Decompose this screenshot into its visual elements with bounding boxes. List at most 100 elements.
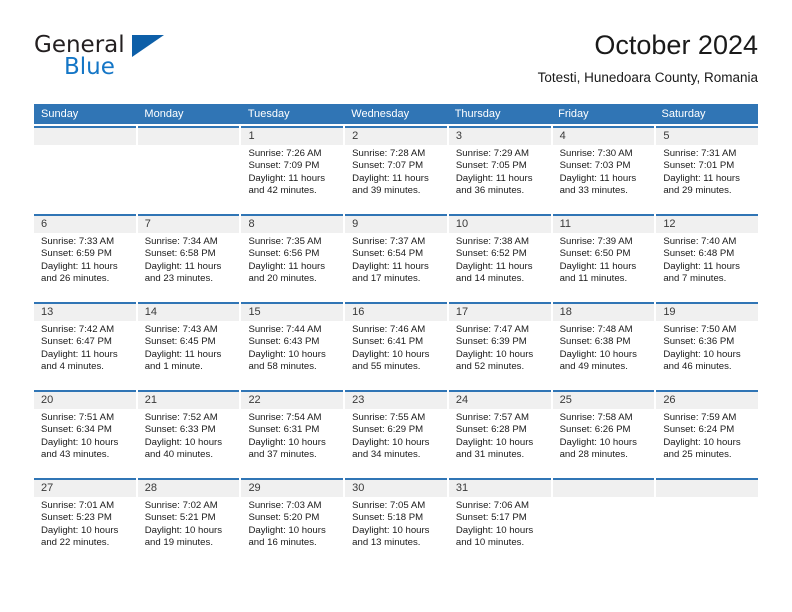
- day-daylight2-text: and 26 minutes.: [41, 272, 110, 284]
- calendar-day-cell[interactable]: 15 Sunrise: 7:44 AM Sunset: 6:43 PM Dayligh…: [241, 302, 344, 388]
- day-number: 9: [345, 216, 447, 233]
- day-sunset-text: Sunset: 6:26 PM: [559, 424, 631, 436]
- day-sunrise-text: Sunrise: 7:31 AM: [663, 148, 737, 159]
- day-details: Sunrise: 7:54 AM Sunset: 6:31 PM Daylight:…: [241, 409, 343, 461]
- day-number: 2: [345, 128, 447, 145]
- calendar-day-cell[interactable]: 29 Sunrise: 7:03 AM Sunset: 5:20 PM Dayligh…: [241, 478, 344, 564]
- calendar-day-cell[interactable]: 7 Sunrise: 7:34 AM Sunset: 6:58 PM Daylight…: [137, 214, 240, 300]
- day-details: Sunrise: 7:30 AM Sunset: 7:03 PM Daylight:…: [553, 145, 655, 197]
- calendar-day-cell[interactable]: 3 Sunrise: 7:29 AM Sunset: 7:05 PM Daylight…: [448, 126, 551, 212]
- calendar-page: General Blue October 2024 Totesti, Huned…: [0, 0, 792, 612]
- day-sunrise-text: Sunrise: 7:38 AM: [455, 236, 529, 247]
- calendar-day-cell[interactable]: 24 Sunrise: 7:57 AM Sunset: 6:28 PM Dayligh…: [448, 390, 551, 476]
- calendar-day-cell[interactable]: 9 Sunrise: 7:37 AM Sunset: 6:54 PM Daylight…: [345, 214, 447, 300]
- calendar-week-row: 1 Sunrise: 7:26 AM Sunset: 7:09 PM Daylight…: [34, 126, 759, 212]
- calendar-day-cell[interactable]: 21 Sunrise: 7:52 AM Sunset: 6:33 PM Dayligh…: [137, 390, 240, 476]
- day-sunrise-text: Sunrise: 7:44 AM: [248, 324, 322, 335]
- day-details: Sunrise: 7:40 AM Sunset: 6:48 PM Daylight:…: [656, 233, 758, 285]
- calendar-day-cell[interactable]: 31 Sunrise: 7:06 AM Sunset: 5:17 PM Dayligh…: [448, 478, 551, 564]
- calendar-day-cell[interactable]: 4 Sunrise: 7:30 AM Sunset: 7:03 PM Daylight…: [552, 126, 655, 212]
- calendar-day-cell[interactable]: 22 Sunrise: 7:54 AM Sunset: 6:31 PM Dayligh…: [241, 390, 344, 476]
- day-daylight2-text: and 33 minutes.: [559, 184, 628, 196]
- calendar-day-cell[interactable]: 23 Sunrise: 7:55 AM Sunset: 6:29 PM Dayligh…: [345, 390, 447, 476]
- day-daylight2-text: and 46 minutes.: [663, 360, 732, 372]
- day-daylight2-text: and 20 minutes.: [248, 272, 317, 284]
- day-sunrise-text: Sunrise: 7:40 AM: [663, 236, 737, 247]
- calendar-day-cell[interactable]: 20 Sunrise: 7:51 AM Sunset: 6:34 PM Dayligh…: [34, 390, 136, 476]
- day-sunset-text: Sunset: 7:05 PM: [455, 160, 527, 172]
- day-sunrise-text: Sunrise: 7:33 AM: [41, 236, 115, 247]
- day-details: Sunrise: 7:51 AM Sunset: 6:34 PM Daylight:…: [34, 409, 136, 461]
- day-daylight2-text: and 17 minutes.: [352, 272, 421, 284]
- calendar-day-cell[interactable]: 17 Sunrise: 7:47 AM Sunset: 6:39 PM Dayligh…: [448, 302, 551, 388]
- day-daylight2-text: and 55 minutes.: [352, 360, 421, 372]
- day-daylight2-text: and 52 minutes.: [455, 360, 525, 372]
- day-sunset-text: Sunset: 5:20 PM: [248, 512, 320, 524]
- day-details: Sunrise: 7:55 AM Sunset: 6:29 PM Daylight:…: [345, 409, 447, 461]
- day-daylight1-text: Daylight: 11 hours: [248, 172, 326, 184]
- calendar-day-cell[interactable]: 28 Sunrise: 7:02 AM Sunset: 5:21 PM Dayligh…: [137, 478, 240, 564]
- weekday-header-sunday: Sunday: [41, 108, 79, 120]
- day-sunrise-text: Sunrise: 7:47 AM: [455, 324, 529, 335]
- day-sunset-text: Sunset: 7:07 PM: [352, 160, 424, 172]
- calendar-day-cell[interactable]: 18 Sunrise: 7:48 AM Sunset: 6:38 PM Dayligh…: [552, 302, 655, 388]
- day-sunrise-text: Sunrise: 7:37 AM: [352, 236, 426, 247]
- day-details: Sunrise: 7:34 AM Sunset: 6:58 PM Daylight:…: [138, 233, 240, 285]
- day-sunrise-text: Sunrise: 7:50 AM: [663, 324, 737, 335]
- calendar-weeks: 1 Sunrise: 7:26 AM Sunset: 7:09 PM Daylight…: [34, 126, 759, 564]
- day-sunrise-text: Sunrise: 7:02 AM: [144, 500, 218, 511]
- calendar-day-cell[interactable]: 13 Sunrise: 7:42 AM Sunset: 6:47 PM Dayligh…: [34, 302, 136, 388]
- calendar-day-cell[interactable]: 16 Sunrise: 7:46 AM Sunset: 6:41 PM Dayligh…: [345, 302, 447, 388]
- day-daylight1-text: Daylight: 11 hours: [559, 260, 637, 272]
- calendar-day-cell[interactable]: 11 Sunrise: 7:39 AM Sunset: 6:50 PM Dayligh…: [552, 214, 655, 300]
- day-sunset-text: Sunset: 5:21 PM: [144, 512, 216, 524]
- day-daylight1-text: Daylight: 10 hours: [663, 348, 741, 360]
- day-daylight1-text: Daylight: 10 hours: [455, 436, 534, 448]
- day-sunset-text: Sunset: 6:58 PM: [144, 248, 216, 260]
- day-number: 21: [137, 392, 240, 409]
- calendar-day-cell[interactable]: 10 Sunrise: 7:38 AM Sunset: 6:52 PM Dayligh…: [448, 214, 551, 300]
- day-number: 5: [656, 128, 759, 145]
- day-daylight2-text: and 14 minutes.: [455, 272, 525, 284]
- calendar-day-cell[interactable]: 5 Sunrise: 7:31 AM Sunset: 7:01 PM Daylight…: [656, 126, 759, 212]
- day-daylight2-text: and 22 minutes.: [41, 536, 110, 548]
- day-sunrise-text: Sunrise: 7:42 AM: [41, 324, 115, 335]
- day-number: 31: [448, 480, 551, 497]
- day-daylight2-text: and 49 minutes.: [559, 360, 628, 372]
- day-daylight2-text: and 31 minutes.: [455, 448, 525, 460]
- day-details: Sunrise: 7:39 AM Sunset: 6:50 PM Daylight:…: [553, 233, 655, 285]
- general-blue-logo[interactable]: General Blue: [34, 32, 254, 88]
- day-daylight1-text: Daylight: 10 hours: [559, 436, 637, 448]
- calendar-day-cell[interactable]: 27 Sunrise: 7:01 AM Sunset: 5:23 PM Dayligh…: [34, 478, 136, 564]
- day-sunrise-text: Sunrise: 7:58 AM: [559, 412, 633, 423]
- day-daylight2-text: and 39 minutes.: [352, 184, 421, 196]
- day-details: Sunrise: 7:59 AM Sunset: 6:24 PM Daylight:…: [656, 409, 758, 461]
- day-daylight2-text: and 40 minutes.: [144, 448, 213, 460]
- day-sunset-text: Sunset: 7:01 PM: [663, 160, 735, 172]
- day-details: Sunrise: 7:58 AM Sunset: 6:26 PM Daylight:…: [553, 409, 655, 461]
- calendar-day-cell-empty: [656, 478, 759, 564]
- calendar-day-cell[interactable]: 26 Sunrise: 7:59 AM Sunset: 6:24 PM Dayligh…: [656, 390, 759, 476]
- day-details: Sunrise: 7:03 AM Sunset: 5:20 PM Daylight:…: [241, 497, 343, 549]
- calendar-day-cell[interactable]: 6 Sunrise: 7:33 AM Sunset: 6:59 PM Daylight…: [34, 214, 136, 300]
- calendar-day-cell-empty: [34, 126, 136, 212]
- calendar-day-cell[interactable]: 30 Sunrise: 7:05 AM Sunset: 5:18 PM Dayligh…: [345, 478, 447, 564]
- calendar-day-cell[interactable]: 25 Sunrise: 7:58 AM Sunset: 6:26 PM Dayligh…: [552, 390, 655, 476]
- day-daylight1-text: Daylight: 10 hours: [352, 524, 430, 536]
- day-sunset-text: Sunset: 6:50 PM: [559, 248, 631, 260]
- calendar-day-cell[interactable]: 14 Sunrise: 7:43 AM Sunset: 6:45 PM Dayligh…: [137, 302, 240, 388]
- logo-text-blue: Blue: [64, 54, 115, 80]
- calendar-day-cell[interactable]: 19 Sunrise: 7:50 AM Sunset: 6:36 PM Dayligh…: [656, 302, 759, 388]
- calendar-day-cell[interactable]: 8 Sunrise: 7:35 AM Sunset: 6:56 PM Daylight…: [241, 214, 344, 300]
- day-sunrise-text: Sunrise: 7:06 AM: [455, 500, 529, 511]
- calendar-day-cell[interactable]: 12 Sunrise: 7:40 AM Sunset: 6:48 PM Dayligh…: [656, 214, 759, 300]
- day-sunrise-text: Sunrise: 7:55 AM: [352, 412, 426, 423]
- weekday-header-monday: Monday: [144, 108, 184, 120]
- day-sunrise-text: Sunrise: 7:05 AM: [352, 500, 426, 511]
- calendar-day-cell[interactable]: 2 Sunrise: 7:28 AM Sunset: 7:07 PM Daylight…: [345, 126, 447, 212]
- day-daylight2-text: and 1 minute.: [144, 360, 203, 372]
- day-sunset-text: Sunset: 6:52 PM: [455, 248, 527, 260]
- day-number: 22: [241, 392, 344, 409]
- calendar-day-cell[interactable]: 1 Sunrise: 7:26 AM Sunset: 7:09 PM Daylight…: [241, 126, 344, 212]
- day-daylight1-text: Daylight: 10 hours: [248, 524, 326, 536]
